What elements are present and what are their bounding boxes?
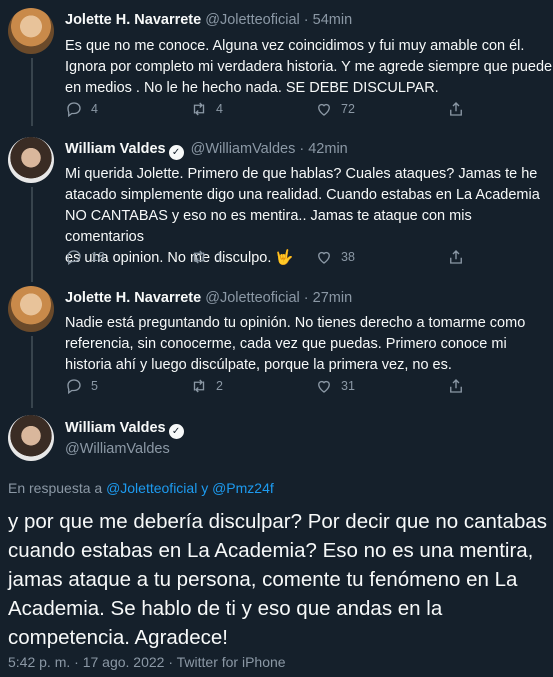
- retweet-icon: [193, 102, 205, 116]
- retweet-button[interactable]: 4: [190, 100, 223, 118]
- reply-icon: [67, 250, 81, 266]
- timestamp[interactable]: · 42min: [299, 141, 347, 157]
- reply-prefix: En respuesta a: [8, 480, 107, 496]
- share-button[interactable]: [447, 100, 465, 118]
- avatar[interactable]: [8, 286, 54, 332]
- tweet-header: Jolette H. Navarrete @Joletteoficial · 2…: [65, 290, 352, 306]
- author-handle-row: @WilliamValdes: [65, 441, 170, 457]
- like-count: 72: [341, 102, 355, 116]
- timestamp[interactable]: · 27min: [304, 290, 352, 306]
- reply-count: 18: [91, 250, 105, 264]
- action-bar: 18 1 38: [65, 248, 475, 268]
- heart-icon: [318, 103, 330, 116]
- reply-button[interactable]: 5: [65, 377, 98, 395]
- heart-icon: [318, 380, 330, 393]
- author-handle[interactable]: @Joletteoficial: [205, 290, 300, 306]
- reply-count: 4: [91, 102, 98, 116]
- author-name[interactable]: Jolette H. Navarrete: [65, 290, 201, 306]
- retweet-count: 1: [216, 250, 223, 264]
- action-bar: 5 2 31: [65, 377, 475, 397]
- author-handle[interactable]: @Joletteoficial: [205, 12, 300, 28]
- tweet-header: Jolette H. Navarrete @Joletteoficial · 5…: [65, 12, 352, 28]
- tweet-header: William Valdes ✓: [65, 420, 187, 439]
- thread-line: [31, 58, 33, 126]
- verified-badge-icon: ✓: [168, 145, 184, 160]
- avatar[interactable]: [8, 137, 54, 183]
- like-button[interactable]: 72: [315, 100, 355, 118]
- share-icon: [450, 102, 462, 116]
- reply-button[interactable]: 18: [65, 248, 105, 266]
- like-count: 38: [341, 250, 355, 264]
- reply-context: En respuesta a @Joletteoficial y @Pmz24f: [8, 480, 274, 496]
- retweet-button[interactable]: 2: [190, 377, 223, 395]
- author-handle[interactable]: @WilliamValdes: [65, 441, 170, 457]
- like-button[interactable]: 31: [315, 377, 355, 395]
- share-button[interactable]: [447, 377, 465, 395]
- author-name[interactable]: William Valdes: [65, 420, 166, 436]
- retweet-icon: [193, 379, 205, 393]
- tweet-text: Es que no me conoce. Alguna vez coincidi…: [65, 38, 553, 96]
- tweet-header: William Valdes ✓ @WilliamValdes · 42min: [65, 141, 348, 160]
- share-icon: [450, 379, 462, 393]
- thread-line: [31, 336, 33, 408]
- retweet-icon: [193, 250, 205, 264]
- retweet-button[interactable]: 1: [190, 248, 223, 266]
- share-icon: [450, 250, 462, 264]
- retweet-count: 2: [216, 379, 223, 393]
- reply-icon: [67, 379, 81, 395]
- author-handle[interactable]: @WilliamValdes: [191, 141, 296, 157]
- tweet-text: Nadie está preguntando tu opinión. No ti…: [65, 315, 526, 373]
- verified-badge-icon: ✓: [168, 424, 184, 439]
- like-button[interactable]: 38: [315, 248, 355, 266]
- action-bar: 4 4 72: [65, 100, 475, 120]
- thread-line: [31, 187, 33, 282]
- retweet-count: 4: [216, 102, 223, 116]
- like-count: 31: [341, 379, 355, 393]
- heart-icon: [318, 251, 330, 264]
- reply-button[interactable]: 4: [65, 100, 98, 118]
- avatar[interactable]: [8, 415, 54, 461]
- avatar[interactable]: [8, 8, 54, 54]
- timestamp[interactable]: · 54min: [304, 12, 352, 28]
- author-name[interactable]: Jolette H. Navarrete: [65, 12, 201, 28]
- share-button[interactable]: [447, 248, 465, 266]
- tweet-footer[interactable]: 5:42 p. m. · 17 ago. 2022 · Twitter for …: [8, 654, 286, 670]
- author-name[interactable]: William Valdes: [65, 141, 166, 157]
- reply-mentions[interactable]: @Joletteoficial y @Pmz24f: [106, 480, 274, 496]
- reply-count: 5: [91, 379, 98, 393]
- main-tweet-text: y por que me debería disculpar? Por deci…: [8, 510, 548, 649]
- reply-icon: [67, 102, 81, 118]
